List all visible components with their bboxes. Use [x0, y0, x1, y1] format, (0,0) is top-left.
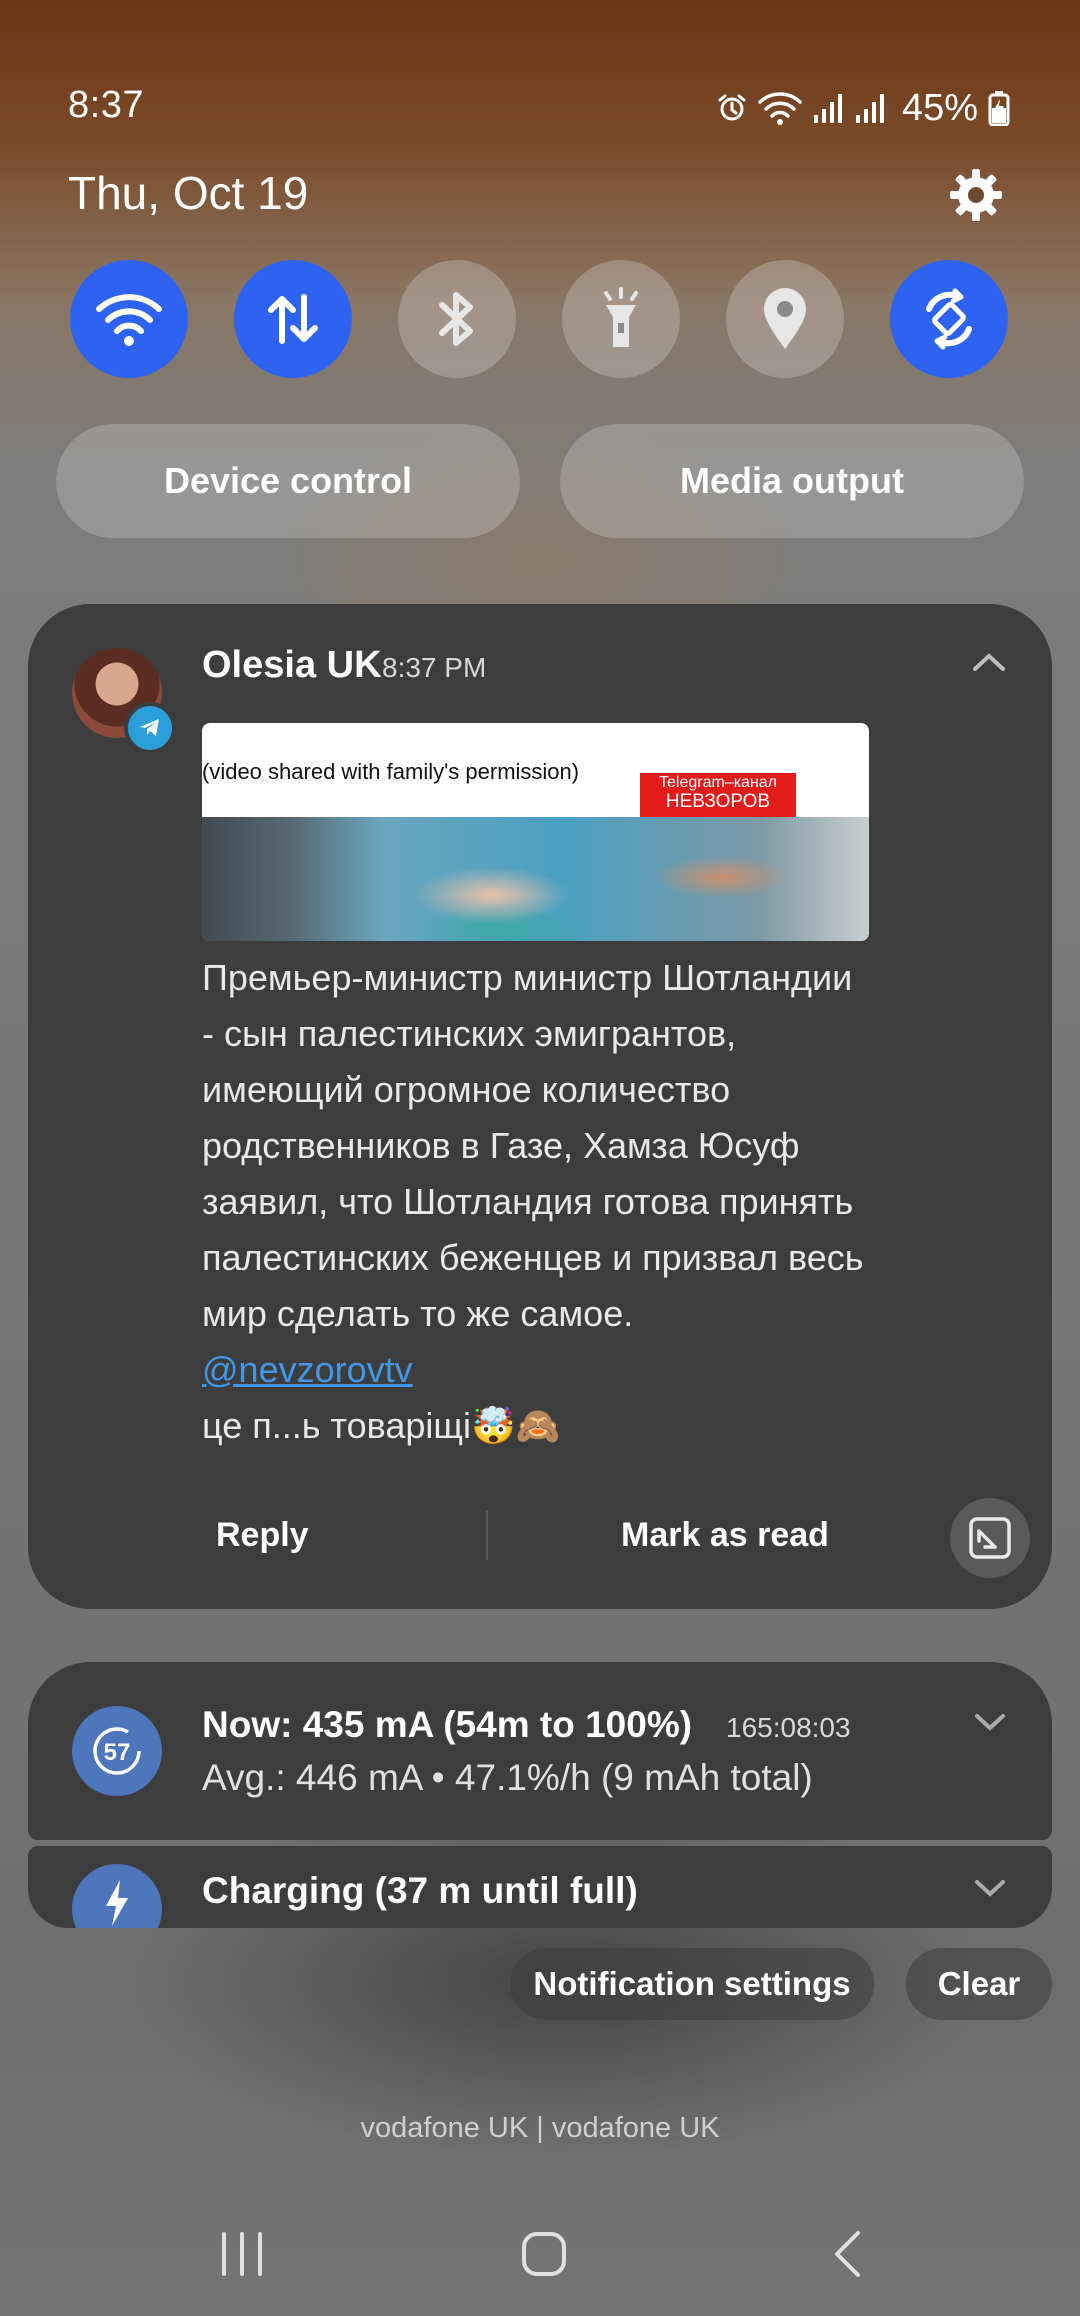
media-caption: (video shared with family's permission) — [202, 759, 580, 784]
battery-gauge-value: 57 — [104, 1739, 131, 1766]
bluetooth-icon — [439, 292, 473, 346]
carrier-label: vodafone UK | vodafone UK — [360, 2112, 720, 2144]
reply-button[interactable]: Reply — [216, 1516, 309, 1555]
mark-as-read-button[interactable]: Mark as read — [621, 1516, 829, 1555]
signal-icon — [855, 94, 884, 123]
battery-percent: 45% — [901, 86, 978, 129]
auto-rotate-toggle[interactable] — [890, 260, 1008, 378]
bolt-icon — [106, 1880, 128, 1926]
wifi-icon — [758, 92, 802, 125]
charging-title: Charging (37 m until full) — [202, 1870, 638, 1911]
message-line: Премьер-министр министр Шотландии — [202, 957, 853, 998]
gear-icon[interactable] — [946, 165, 1006, 225]
message-line: родственников в Газе, Хамза Юсуф — [202, 1125, 800, 1166]
data-arrows-icon — [268, 294, 318, 344]
date-label: Thu, Oct 19 — [68, 167, 309, 219]
message-line: имеющий огромное количество — [202, 1069, 731, 1110]
home-icon[interactable] — [521, 2231, 567, 2277]
media-channel-tag: Telegram–канал НЕВЗОРОВ — [640, 773, 796, 817]
charging-app-icon — [72, 1864, 162, 1928]
chevron-down-icon[interactable] — [974, 1712, 1006, 1732]
media-thumbnail[interactable]: (video shared with family's permission) … — [202, 723, 869, 941]
notification-sender: Olesia UK — [202, 644, 382, 686]
battery-notification-card[interactable] — [28, 1662, 1052, 1840]
media-tag-line1: Telegram–канал — [658, 774, 778, 791]
media-tag-line2: НЕВЗОРОВ — [665, 791, 771, 812]
expand-button[interactable] — [950, 1498, 1030, 1578]
back-icon[interactable] — [832, 2230, 862, 2278]
charging-notification-card[interactable]: Charging (37 m until full) — [28, 1846, 1052, 1928]
mobile-data-toggle[interactable] — [234, 260, 352, 378]
clear-button[interactable]: Clear — [906, 1948, 1052, 2020]
message-line: заявил, что Шотландия готова принять — [202, 1181, 854, 1222]
chevron-down-icon[interactable] — [974, 1878, 1006, 1898]
signal-icon — [813, 94, 842, 123]
telegram-icon — [140, 719, 159, 736]
wifi-toggle[interactable] — [70, 260, 188, 378]
media-photo — [202, 817, 869, 941]
flashlight-icon — [604, 287, 638, 347]
recent-apps-icon[interactable] — [218, 2232, 266, 2276]
location-pin-icon — [764, 288, 806, 349]
battery-app-icon: 57 — [72, 1706, 162, 1796]
status-icons: 45% — [716, 86, 1010, 130]
battery-gauge-icon: 57 — [93, 1727, 141, 1775]
notification-time: 8:37 PM — [382, 652, 487, 683]
alarm-icon — [718, 94, 746, 121]
bluetooth-toggle[interactable] — [398, 260, 516, 378]
telegram-badge — [124, 702, 176, 754]
chevron-up-icon[interactable] — [972, 652, 1006, 672]
notification-settings-button[interactable]: Notification settings — [510, 1948, 874, 2020]
message-line: мир сделать то же самое. — [202, 1293, 634, 1334]
battery-average: Avg.: 446 mA • 47.1%/h (9 mAh total) — [202, 1757, 813, 1798]
action-divider — [486, 1510, 488, 1560]
media-output-button[interactable]: Media output — [560, 424, 1024, 538]
wifi-icon — [96, 294, 162, 346]
channel-link[interactable]: @nevzorovtv — [202, 1342, 962, 1398]
notification-message: Премьер-министр министр Шотландии - сын … — [202, 950, 962, 1454]
battery-elapsed: 165:08:03 — [726, 1712, 851, 1743]
device-control-button[interactable]: Device control — [56, 424, 520, 538]
message-line: - сын палестинских эмигрантов, — [202, 1013, 737, 1054]
battery-charging-icon — [988, 91, 1010, 126]
location-toggle[interactable] — [726, 260, 844, 378]
flashlight-toggle[interactable] — [562, 260, 680, 378]
open-external-icon — [969, 1517, 1011, 1559]
status-time: 8:37 — [68, 84, 144, 126]
battery-current-title: Now: 435 mA (54m to 100%) — [202, 1704, 693, 1745]
message-footer-line: це п...ь товаріщі🤯🙈 — [202, 1405, 561, 1446]
message-line: палестинских беженцев и призвал весь — [202, 1237, 864, 1278]
rotate-icon — [926, 288, 972, 350]
